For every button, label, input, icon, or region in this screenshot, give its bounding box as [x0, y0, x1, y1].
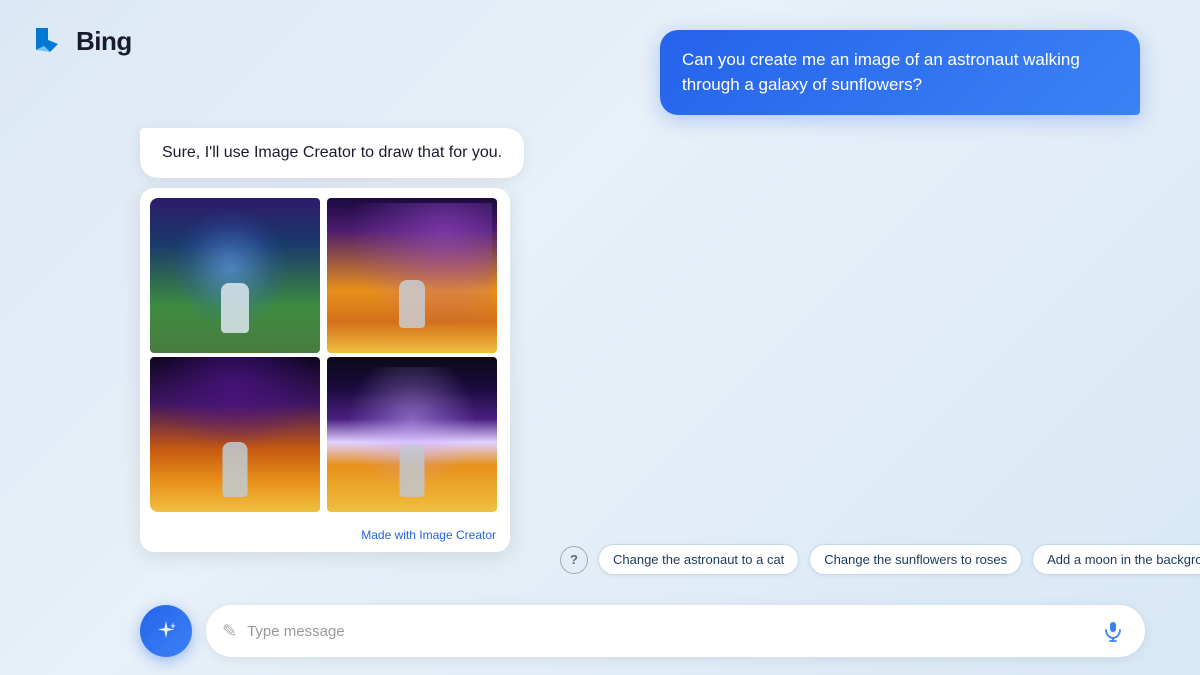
generated-image-2[interactable] [327, 198, 497, 353]
image-grid-container: Made with Image Creator [140, 188, 510, 552]
image-grid [150, 198, 500, 512]
user-message-bubble: Can you create me an image of an astrona… [660, 30, 1140, 115]
help-icon: ? [570, 552, 578, 567]
generated-image-3[interactable] [150, 357, 320, 512]
generated-image-4[interactable] [327, 357, 497, 512]
input-bar: ✎ Type message [140, 605, 1145, 657]
compose-icon: ✎ [222, 621, 237, 642]
suggestion-chip-moon[interactable]: Add a moon in the background [1032, 544, 1200, 575]
generated-image-1[interactable] [150, 198, 320, 353]
made-with-prefix: Made with [361, 528, 419, 542]
sparkle-icon [153, 618, 179, 644]
input-field-wrapper: ✎ Type message [206, 605, 1145, 657]
suggestions-row: ? Change the astronaut to a cat Change t… [560, 544, 1145, 575]
message-input-placeholder[interactable]: Type message [247, 623, 1087, 640]
mic-button[interactable] [1097, 615, 1129, 647]
header: Bing [28, 22, 132, 60]
user-message-text: Can you create me an image of an astrona… [682, 50, 1080, 94]
suggestion-chip-cat[interactable]: Change the astronaut to a cat [598, 544, 799, 575]
chat-sparkle-button[interactable] [140, 605, 192, 657]
bot-response-text: Sure, I'll use Image Creator to draw tha… [162, 144, 502, 161]
bot-response-bubble: Sure, I'll use Image Creator to draw tha… [140, 128, 524, 178]
microphone-icon [1102, 620, 1124, 642]
image-creator-link[interactable]: Image Creator [419, 528, 496, 542]
bing-logo-icon [28, 22, 66, 60]
made-with-attribution: Made with Image Creator [361, 528, 496, 542]
help-button[interactable]: ? [560, 546, 588, 574]
suggestion-chip-roses[interactable]: Change the sunflowers to roses [809, 544, 1022, 575]
app-title: Bing [76, 26, 132, 57]
